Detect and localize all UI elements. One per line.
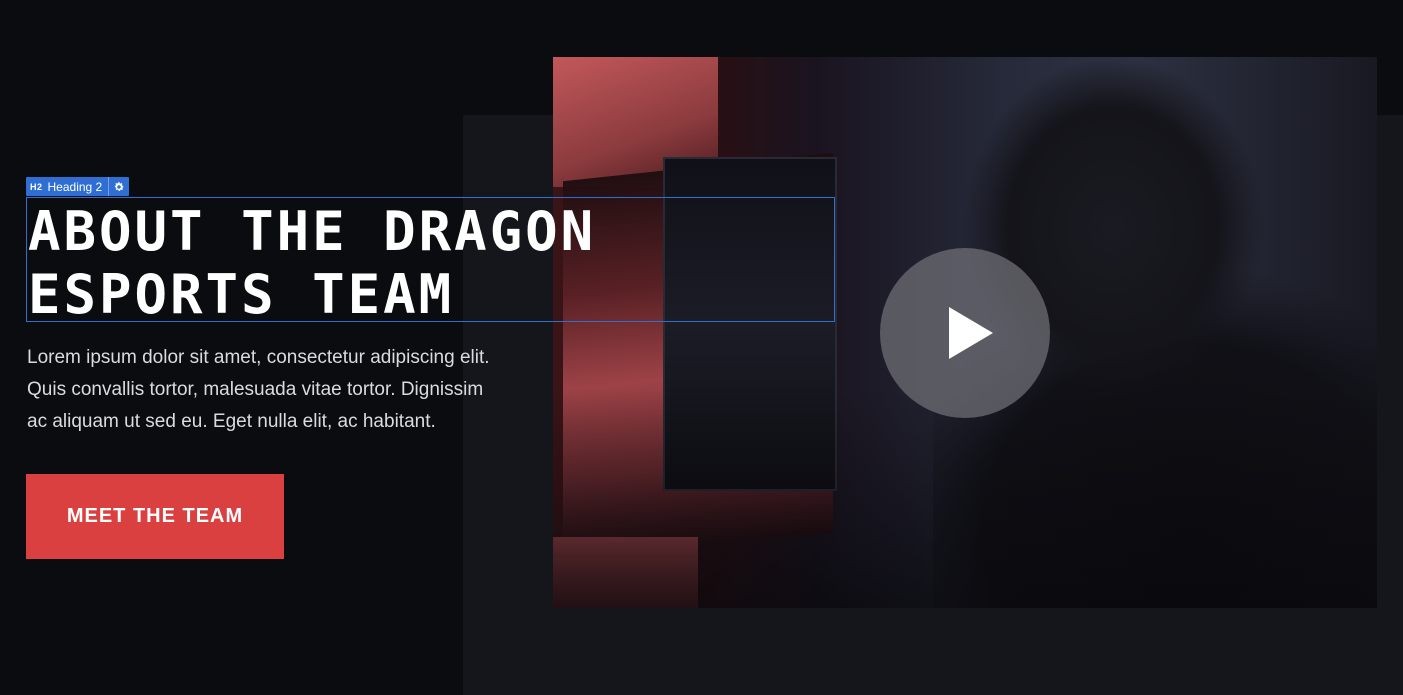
section-description: Lorem ipsum dolor sit amet, consectetur … (27, 342, 527, 438)
heading-line-2: ESPORTS TEAM (28, 263, 455, 326)
description-line-2: Quis convallis tortor, malesuada vitae t… (27, 379, 484, 400)
description-line-3: ac aliquam ut sed eu. Eget nulla elit, a… (27, 411, 436, 432)
editor-tag-label: Heading 2 (47, 179, 103, 194)
gear-icon (115, 181, 124, 191)
play-button[interactable] (880, 248, 1050, 418)
heading-level-icon: H2 (30, 181, 43, 192)
play-icon (949, 307, 993, 359)
section-heading[interactable]: ABOUT THE DRAGON ESPORTS TEAM (28, 200, 828, 326)
heading-line-1: ABOUT THE DRAGON (28, 200, 597, 263)
meet-the-team-button[interactable]: MEET THE TEAM (26, 474, 284, 559)
description-line-1: Lorem ipsum dolor sit amet, consectetur … (27, 347, 490, 368)
settings-gear-button[interactable] (108, 177, 129, 196)
editor-tag-label-group[interactable]: H2 Heading 2 (26, 177, 108, 196)
editor-element-tag[interactable]: H2 Heading 2 (26, 177, 130, 196)
